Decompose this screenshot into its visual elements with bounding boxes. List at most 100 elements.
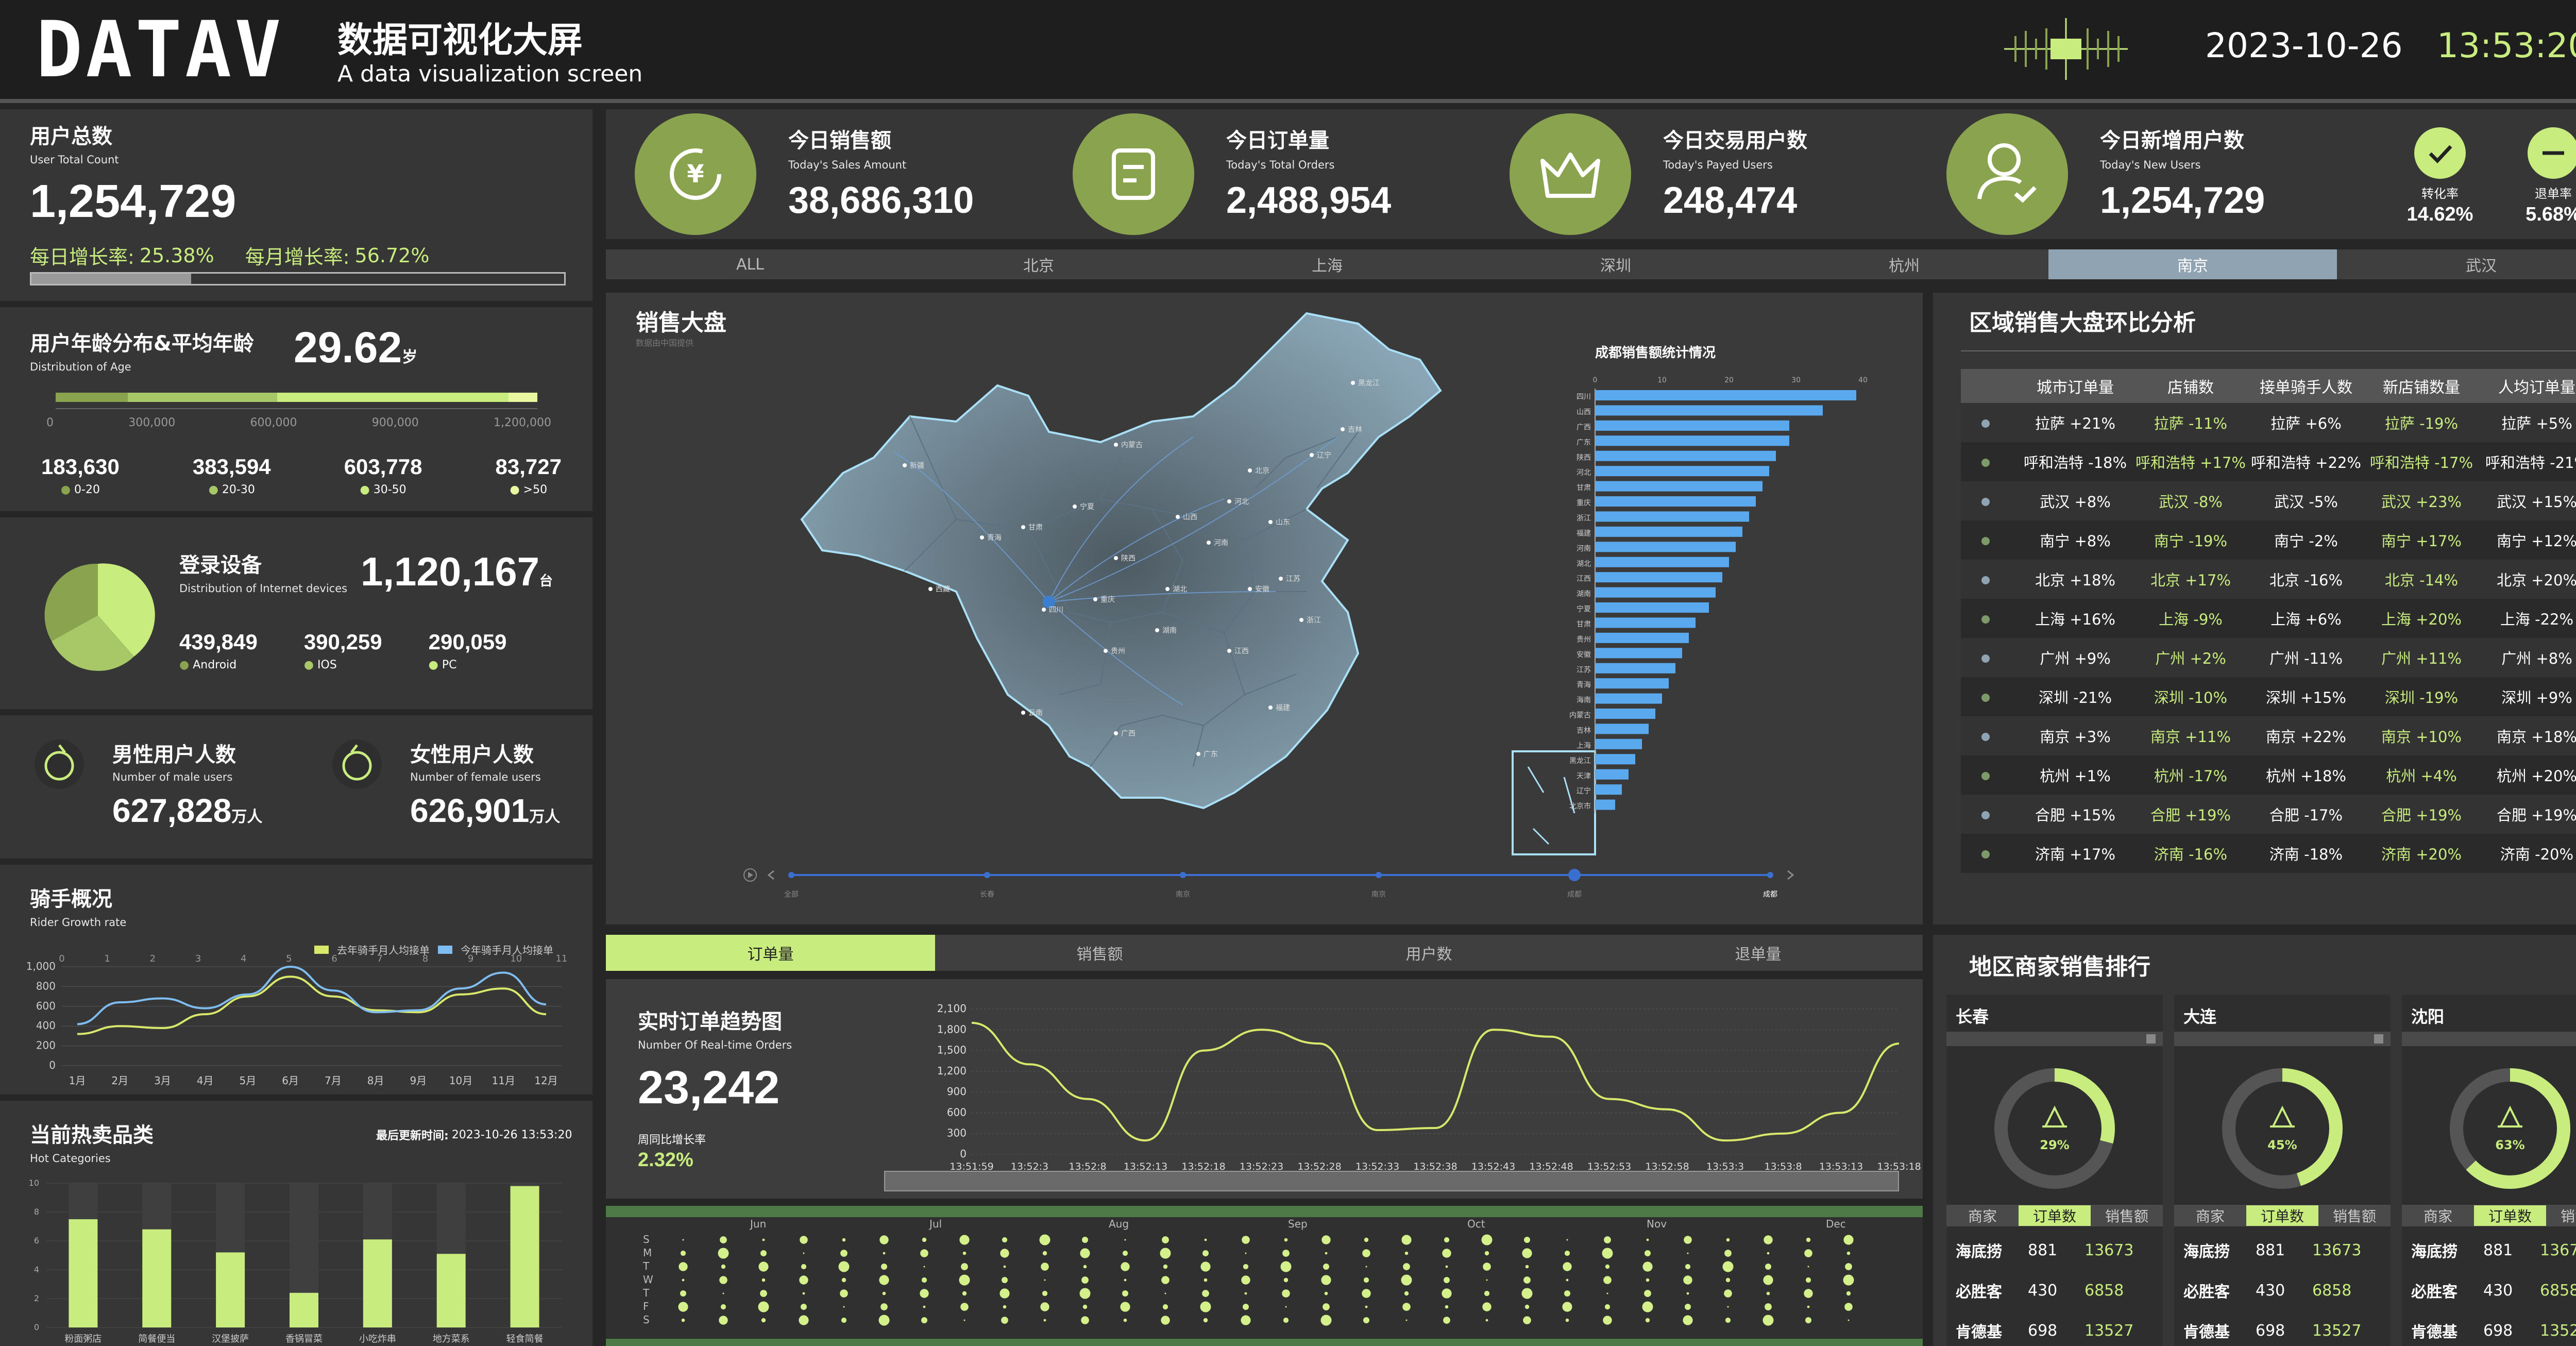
day-dot <box>1364 1237 1369 1242</box>
tab-nanjing[interactable]: 南京 <box>2048 249 2337 279</box>
province-dot <box>928 587 933 591</box>
day-dot <box>1848 1319 1850 1321</box>
day-dot <box>1646 1238 1649 1241</box>
merchant-tab[interactable]: 销售额 <box>2546 1205 2576 1226</box>
trend-zoom-slider[interactable] <box>884 1171 1899 1191</box>
merchant-tab[interactable]: 销售额 <box>2091 1205 2163 1226</box>
merchant-tab[interactable]: 商家 <box>2402 1205 2474 1226</box>
y-tick-label: 1,500 <box>937 1044 967 1056</box>
tab-users[interactable]: 用户数 <box>1264 935 1594 971</box>
day-dot <box>1163 1264 1168 1269</box>
bar <box>1595 405 1823 416</box>
age-title: 用户年龄分布&平均年龄 <box>30 332 254 356</box>
table-cell: 拉萨 -19% <box>2384 415 2459 432</box>
province-label: 浙江 <box>1307 616 1321 625</box>
day-dot <box>1283 1277 1289 1283</box>
timeline-point[interactable] <box>1376 872 1382 878</box>
province-dot <box>1114 731 1118 735</box>
next-icon[interactable] <box>1787 870 1794 880</box>
day-dot <box>1160 1248 1171 1259</box>
day-dot <box>1762 1315 1774 1326</box>
province-label: 湖南 <box>1162 627 1177 635</box>
trend-line-chart: 03006009001,2001,5001,8002,10013:51:59 13… <box>937 1002 1921 1172</box>
tab-refunds[interactable]: 退单量 <box>1594 935 1923 971</box>
merchant-tab[interactable]: 订单数 <box>2019 1205 2091 1226</box>
province-label: 重庆 <box>1100 596 1115 604</box>
day-dot <box>719 1276 727 1284</box>
table-cell: 拉萨 +21% <box>2035 415 2115 432</box>
merchant-tab[interactable]: 商家 <box>1946 1205 2019 1226</box>
merchant-tab[interactable]: 订单数 <box>2246 1205 2318 1226</box>
merchant-tab[interactable]: 销售额 <box>2318 1205 2391 1226</box>
kpi-title: 今日销售额 <box>788 129 891 153</box>
merchant-sales: 13673 <box>2084 1241 2134 1259</box>
merchant-tab[interactable]: 订单数 <box>2474 1205 2546 1226</box>
tab-shanghai[interactable]: 上海 <box>1183 249 1471 279</box>
tab-sales[interactable]: 销售额 <box>935 935 1264 971</box>
table-cell: 上海 -22% <box>2500 611 2574 628</box>
timeline-point[interactable] <box>788 872 794 878</box>
app-subtitle: A data visualization screen <box>337 61 643 87</box>
day-dot <box>1162 1304 1168 1310</box>
store-icon <box>2270 1105 2295 1128</box>
table-cell: 拉萨 +6% <box>2270 415 2342 432</box>
bar <box>1595 602 1709 613</box>
day-dot <box>799 1275 808 1285</box>
bar <box>1595 481 1762 492</box>
bar <box>1595 632 1689 643</box>
check-icon <box>2414 127 2466 179</box>
day-dot <box>1524 1237 1530 1243</box>
tab-shenzhen[interactable]: 深圳 <box>1471 249 1760 279</box>
user-progress-track <box>30 272 566 285</box>
day-dot <box>1645 1318 1650 1323</box>
day-dot <box>1486 1279 1488 1281</box>
day-dot <box>1806 1237 1811 1242</box>
tab-orders[interactable]: 订单量 <box>606 935 935 971</box>
day-dot <box>1684 1236 1692 1244</box>
merchant-row: 必胜客 430 6858 <box>2411 1279 2576 1302</box>
bar <box>363 1239 392 1327</box>
day-dot <box>1200 1261 1211 1272</box>
day-dot <box>921 1277 927 1283</box>
merchant-sales: 6858 <box>2540 1281 2576 1300</box>
day-dot <box>1566 1239 1568 1241</box>
bar <box>69 1219 98 1327</box>
app-title: 数据可视化大屏 <box>337 20 583 61</box>
tab-all[interactable]: ALL <box>606 249 894 279</box>
day-dot <box>1002 1277 1008 1283</box>
table-cell: 南京 +10% <box>2381 728 2462 746</box>
prev-icon[interactable] <box>767 870 774 880</box>
category-label: 轻食简餐 <box>506 1334 544 1344</box>
series-line <box>77 965 547 1025</box>
timeline-point[interactable] <box>984 872 990 878</box>
category-label: 北京市 <box>1569 802 1591 811</box>
rider-sub: Rider Growth rate <box>30 916 127 929</box>
table-row: 广州 +9% 广州 +2% 广州 -11% 广州 +11% 广州 +8% <box>1961 638 2576 677</box>
day-dot <box>1846 1291 1851 1296</box>
category-label: 湖北 <box>1577 560 1591 568</box>
day-dot <box>1843 1274 1854 1286</box>
merchant-tab[interactable]: 商家 <box>2174 1205 2246 1226</box>
day-dot <box>1039 1234 1050 1246</box>
day-dot <box>1642 1261 1653 1272</box>
day-dot <box>1043 1319 1046 1322</box>
table-cell: 济南 +20% <box>2381 846 2462 863</box>
timeline-point[interactable] <box>1767 872 1773 878</box>
merchant-orders: 698 <box>2483 1321 2513 1340</box>
kpi-sub: Today's New Users <box>2100 159 2201 171</box>
day-dot <box>1604 1304 1611 1310</box>
merchant-name: 肯德基 <box>2411 1323 2458 1341</box>
day-dot <box>720 1236 727 1243</box>
monthly-growth-value: 56.72% <box>354 244 430 267</box>
tab-wuhan[interactable]: 武汉 <box>2337 249 2576 279</box>
day-dot <box>721 1264 726 1269</box>
bar <box>1595 511 1749 522</box>
table-row: 呼和浩特 -18% 呼和浩特 +17% 呼和浩特 +22% 呼和浩特 -17% 呼和浩特… <box>1961 442 2576 481</box>
tab-hangzhou[interactable]: 杭州 <box>1760 249 2048 279</box>
tab-beijing[interactable]: 北京 <box>894 249 1183 279</box>
day-dot <box>1645 1250 1651 1256</box>
province-dot <box>1104 649 1108 653</box>
timeline-point[interactable] <box>1568 869 1581 881</box>
table-cell: 呼和浩特 -18% <box>2023 454 2127 472</box>
timeline-point[interactable] <box>1180 872 1186 878</box>
